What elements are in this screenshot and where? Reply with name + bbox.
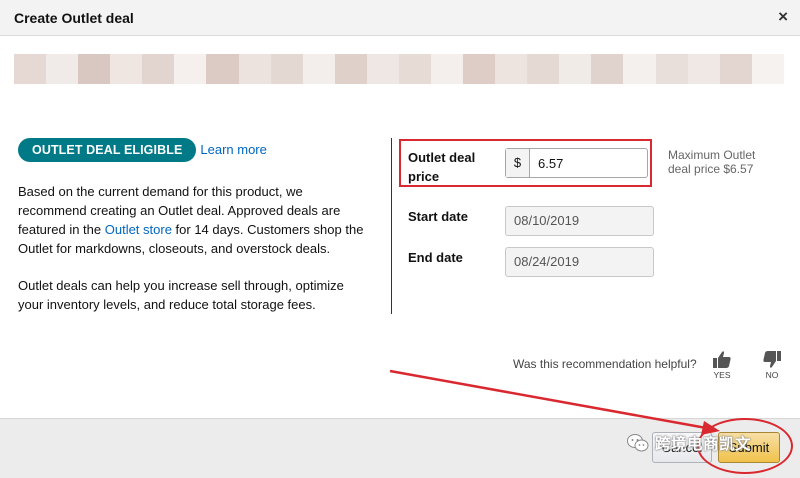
outlet-eligible-badge: OUTLET DEAL ELIGIBLE <box>18 138 197 162</box>
learn-more-link[interactable]: Learn more <box>200 142 266 157</box>
annotation-price-highlight <box>399 139 652 187</box>
helpful-question: Was this recommendation helpful? <box>513 357 697 371</box>
blurred-product-title <box>14 54 784 84</box>
create-outlet-deal-dialog: Create Outlet deal × OUTLET DEAL ELIGIBL… <box>0 0 800 478</box>
start-date-field: 08/10/2019 <box>505 206 654 236</box>
end-date-label: End date <box>408 250 463 265</box>
vertical-divider <box>391 138 392 314</box>
wechat-icon <box>627 434 649 452</box>
outlet-store-link[interactable]: Outlet store <box>105 222 172 237</box>
yes-label: YES <box>713 370 731 380</box>
max-note-line1: Maximum Outlet <box>668 148 756 162</box>
benefits-text: Outlet deals can help you increase sell … <box>18 278 344 312</box>
watermark: 跨境电商凯文 <box>627 432 751 454</box>
close-icon[interactable]: × <box>778 8 788 25</box>
outlet-info-panel: OUTLET DEAL ELIGIBLE Learn more Based on … <box>18 138 368 314</box>
dialog-title: Create Outlet deal <box>14 10 134 26</box>
max-price-note: Maximum Outlet deal price $6.57 <box>668 148 778 176</box>
no-label: NO <box>765 370 779 380</box>
dialog-header: Create Outlet deal × <box>0 0 800 36</box>
max-note-line2: deal price $6.57 <box>668 162 754 176</box>
end-date-field: 08/24/2019 <box>505 247 654 277</box>
thumbs-up-button[interactable]: YES <box>710 350 734 380</box>
thumbs-down-button[interactable]: NO <box>760 350 784 380</box>
start-date-label: Start date <box>408 209 468 224</box>
recommendation-text: Based on the current demand for this pro… <box>18 182 368 258</box>
thumbs-up-icon <box>713 351 731 368</box>
watermark-text: 跨境电商凯文 <box>655 436 752 453</box>
thumbs-down-icon <box>763 351 781 368</box>
